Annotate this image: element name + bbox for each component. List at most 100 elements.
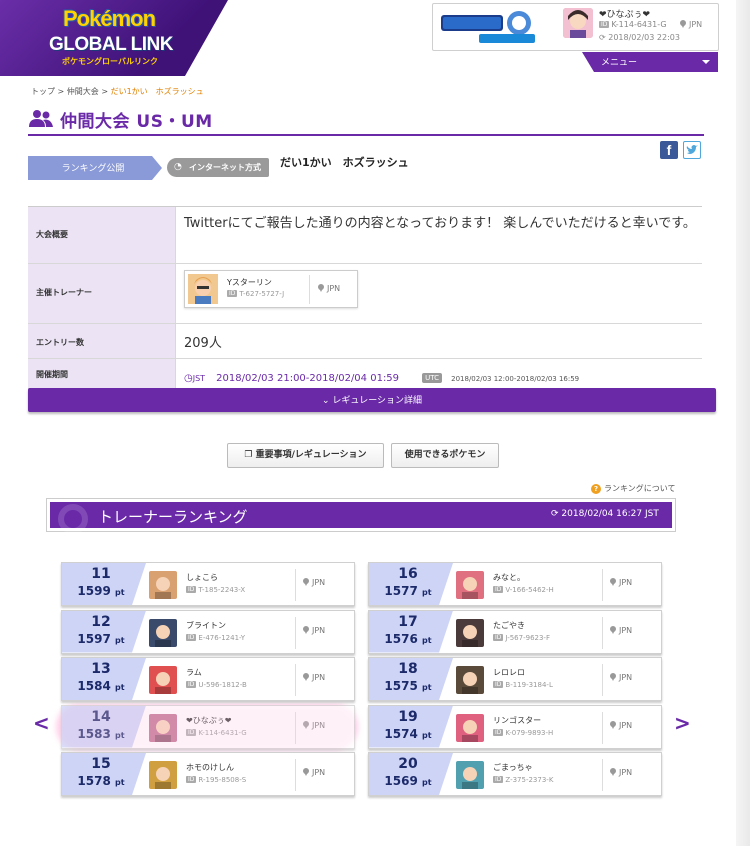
trainer-id-value: K-079-9893-H: [505, 728, 554, 737]
user-name[interactable]: ❤ひなぷぅ❤: [599, 7, 650, 20]
period-values: ◷JST 2018/02/03 21:00-2018/02/04 01:59 U…: [184, 366, 579, 385]
location-pin-icon: [303, 720, 309, 729]
trainer-country: JPN: [610, 768, 632, 777]
important-regulation-button[interactable]: ❐ 重要事項/レギュレーション: [227, 443, 384, 468]
ranking-card[interactable]: 17 1576 pt たごやき ID J-567-9623-F JPN: [368, 609, 662, 654]
trainer-country: JPN: [303, 720, 326, 730]
ranking-card[interactable]: 11 1599 pt しょこら ID T-185-2243-X JPN: [61, 562, 355, 606]
rank-points: 1597 pt: [62, 632, 140, 646]
user-id: ID K-114-6431-G: [599, 20, 667, 29]
clock-icon: ◷: [184, 373, 193, 384]
rank-number: 14: [91, 708, 111, 725]
ranking-card[interactable]: 15 1578 pt ホモのけしん ID R-195-8508-S JPN: [61, 752, 355, 796]
rank-points: 1577 pt: [369, 584, 447, 598]
trainer-country: JPN: [303, 625, 325, 635]
ranking-card[interactable]: 16 1577 pt みなと。 ID V-166-5462-H JPN: [368, 562, 662, 606]
pt-unit: pt: [115, 730, 125, 740]
card-divider: [602, 569, 603, 601]
logo-pokemon[interactable]: Pokémon: [54, 6, 164, 32]
user-last-sync: ⟳ 2018/02/03 22:03: [599, 33, 680, 42]
breadcrumb-top[interactable]: トップ: [31, 87, 55, 96]
card-divider: [295, 664, 296, 696]
rank-points-value: 1599: [77, 584, 111, 598]
ranking-card[interactable]: 14 1583 pt ❤ひなぷぅ❤ ID K-114-6431-G JPN: [61, 704, 355, 749]
pt-unit: pt: [422, 683, 432, 692]
host-trainer-card[interactable]: Yスターリン ID T-627-5727-J JPN: [184, 270, 358, 308]
trainer-id: ID J-567-9623-F: [493, 633, 550, 642]
ranking-updated-tz: JST: [644, 509, 659, 519]
host-id: ID T-627-5727-J: [227, 290, 284, 298]
trainer-country: JPN: [303, 673, 325, 682]
overview-row: 大会概要 Twitterにてご報告した通りの内容となっております！ 楽しんでいた…: [28, 207, 702, 264]
trainer-country-value: JPN: [312, 720, 326, 730]
trainer-avatar: [149, 618, 177, 647]
regulation-detail-label[interactable]: ⌄ レギュレーション詳細: [28, 393, 716, 406]
trainer-id: ID U-596-1812-B: [186, 681, 247, 689]
ranking-card[interactable]: 13 1584 pt ラム ID U-596-1812-B JPN: [61, 657, 355, 701]
breadcrumb-section[interactable]: 仲間大会: [67, 87, 99, 96]
prev-page-button[interactable]: <: [33, 711, 50, 735]
trainer-id: ID Z-375-2373-K: [493, 776, 553, 784]
trainer-avatar: [456, 713, 484, 742]
trainer-name: リンゴスター: [493, 715, 542, 725]
trainer-country-value: JPN: [619, 673, 633, 682]
ranking-public-label: ランキング公開: [61, 164, 125, 174]
game-logo-icon: [441, 11, 535, 43]
window-icon: ❐: [244, 450, 256, 460]
location-pin-icon: [303, 673, 309, 681]
trainer-avatar: [149, 713, 177, 742]
overview-label: 大会概要: [36, 230, 68, 239]
trainer-name: みなと。: [493, 573, 525, 582]
trainer-name: レロレロ: [493, 668, 525, 677]
rank-points: 1583 pt: [62, 727, 140, 741]
trainer-avatar: [456, 571, 484, 599]
pt-unit: pt: [115, 588, 125, 597]
rank-number: 19: [398, 708, 418, 725]
facebook-share-icon[interactable]: f: [660, 141, 678, 159]
overview-text: Twitterにてご報告した通りの内容となっております！ 楽しんでいただけると幸…: [184, 216, 696, 231]
card-divider: [602, 664, 603, 696]
trainer-name: ごまっちゃ: [493, 763, 533, 772]
user-timestamp: 2018/02/03 22:03: [608, 33, 680, 42]
menu-label[interactable]: メニュー: [601, 55, 637, 68]
trainer-name: ホモのけしん: [186, 763, 234, 772]
pt-unit: pt: [422, 730, 432, 740]
trainer-country-value: JPN: [312, 578, 326, 587]
ranking-card[interactable]: 18 1575 pt レロレロ ID B-119-3184-L JPN: [368, 657, 662, 701]
trainer-id: ID E-476-1241-Y: [186, 633, 245, 642]
usable-pokemon-button[interactable]: 使用できるポケモン: [391, 443, 499, 468]
ranking-card[interactable]: 20 1569 pt ごまっちゃ ID Z-375-2373-K JPN: [368, 752, 662, 796]
regulation-detail-text: レギュレーション詳細: [332, 396, 423, 406]
id-tag: ID: [227, 290, 238, 297]
ranking-card[interactable]: 19 1574 pt リンゴスター ID K-079-9893-H JPN: [368, 704, 662, 749]
trainer-country-value: JPN: [619, 578, 633, 587]
ranking-card[interactable]: 12 1597 pt ブライトン ID E-476-1241-Y JPN: [61, 609, 355, 654]
user-country: JPN: [680, 20, 702, 29]
pt-unit: pt: [115, 683, 125, 692]
breadcrumb-current: だい1かい ホズラッシュ: [110, 87, 204, 96]
trainer-avatar: [456, 666, 484, 694]
host-header: 主催トレーナー: [28, 264, 176, 323]
rank-number: 17: [398, 613, 418, 630]
rank-points-value: 1577: [384, 584, 418, 598]
trainer-country: JPN: [610, 673, 632, 682]
trainer-avatar: [149, 571, 177, 599]
id-tag: ID: [493, 728, 504, 736]
chevron-down-icon[interactable]: [702, 60, 710, 64]
period-utc: 2018/02/03 12:00-2018/02/03 16:59: [451, 375, 580, 383]
rank-points-value: 1584: [77, 679, 111, 693]
logo-global-link[interactable]: GLOBAL LINK: [38, 34, 184, 56]
chevron-down-icon: ⌄: [321, 396, 333, 406]
twitter-share-icon[interactable]: [683, 141, 701, 159]
next-page-button[interactable]: >: [674, 711, 691, 735]
ranking-about-link[interactable]: ? ランキングについて: [591, 483, 676, 494]
user-avatar[interactable]: [563, 8, 593, 38]
user-country-value: JPN: [689, 20, 703, 29]
trainer-id: ID K-114-6431-G: [186, 728, 247, 737]
trainer-name: ブライトン: [186, 620, 226, 630]
location-pin-icon: [303, 768, 309, 776]
trainer-id-value: B-119-3184-L: [505, 681, 553, 689]
rank-points-value: 1597: [77, 631, 111, 646]
location-pin-icon: [318, 284, 324, 292]
location-pin-icon: [610, 625, 616, 634]
